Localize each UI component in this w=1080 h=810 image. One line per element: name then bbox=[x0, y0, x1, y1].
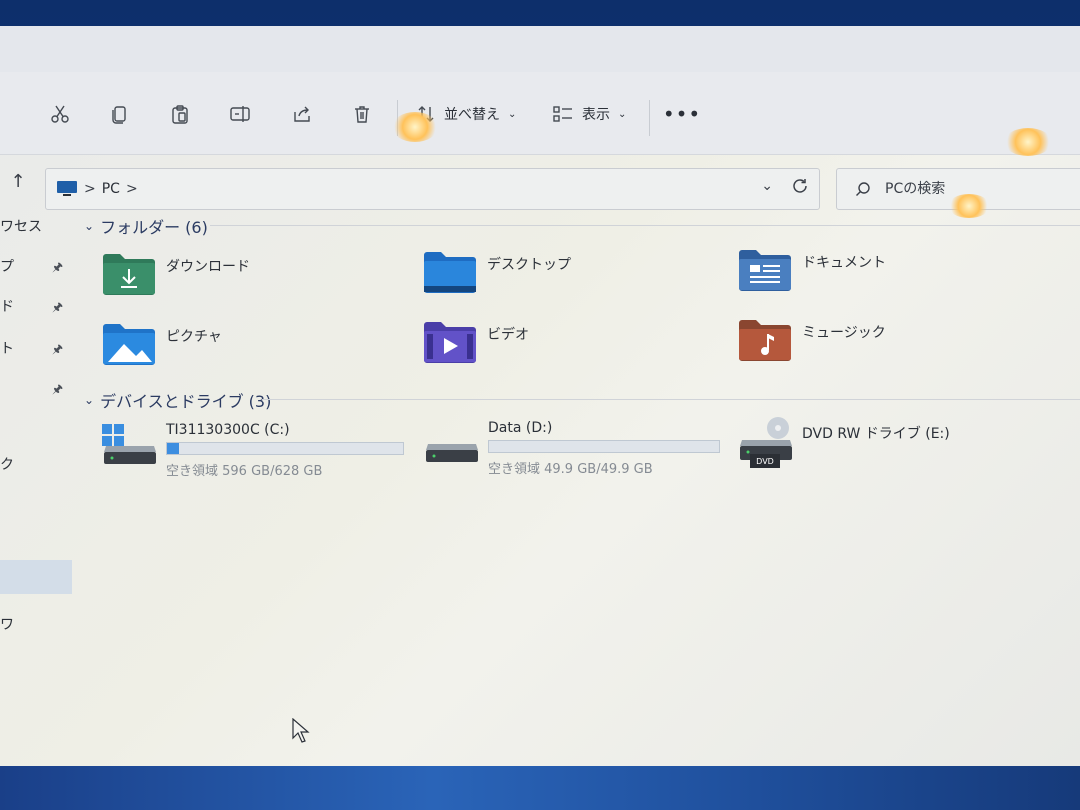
address-bar[interactable]: > PC > ⌄ bbox=[45, 168, 820, 210]
view-label: 表示 bbox=[582, 107, 610, 123]
drive-free-space: 空き領域 49.9 GB/49.9 GB bbox=[488, 462, 653, 477]
desktop-folder-icon bbox=[424, 252, 476, 293]
folder-desktop[interactable]: デスクトップ bbox=[423, 250, 571, 294]
breadcrumb-separator[interactable]: > bbox=[126, 181, 138, 197]
drive-name: Data (D:) bbox=[488, 420, 553, 436]
dvd-label: DVD bbox=[756, 457, 774, 466]
drives-section-title: デバイスとドライブ (3) bbox=[100, 392, 272, 411]
pin-icon: 🖈 bbox=[52, 342, 64, 356]
glare-spot bbox=[1004, 128, 1052, 156]
search-icon bbox=[856, 182, 870, 196]
title-bar bbox=[0, 26, 1080, 72]
drive-e[interactable]: DVD DVD RW ドライブ (E:) bbox=[738, 416, 1058, 476]
downloads-folder-icon bbox=[103, 254, 155, 295]
trash-icon bbox=[355, 106, 369, 123]
share-button[interactable] bbox=[284, 96, 320, 132]
share-icon bbox=[294, 106, 310, 122]
folder-label: ミュージック bbox=[802, 325, 886, 341]
drive-usage-fill bbox=[167, 443, 179, 454]
dvd-drive-icon: DVD bbox=[740, 417, 792, 468]
command-bar: 並べ替え ⌄ 表示 ⌄ ••• bbox=[0, 72, 1080, 155]
paste-button[interactable] bbox=[162, 96, 198, 132]
breadcrumb-separator: > bbox=[84, 181, 96, 197]
folder-documents[interactable]: ドキュメント bbox=[738, 248, 886, 292]
folder-label: ピクチャ bbox=[166, 329, 222, 345]
drive-c[interactable]: TI31130300C (C:) 空き領域 596 GB/628 GB bbox=[102, 422, 412, 482]
folder-pictures[interactable]: ピクチャ bbox=[102, 322, 222, 366]
clipboard-icon bbox=[172, 105, 188, 124]
sidebar-item-network[interactable]: ワ bbox=[0, 614, 14, 634]
section-divider bbox=[262, 399, 1080, 400]
desktop-wallpaper-strip bbox=[0, 766, 1080, 810]
refresh-icon[interactable] bbox=[791, 177, 809, 195]
drive-name: DVD RW ドライブ (E:) bbox=[802, 426, 950, 442]
drive-d[interactable]: Data (D:) 空き領域 49.9 GB/49.9 GB bbox=[424, 420, 724, 480]
breadcrumb-pc[interactable]: PC bbox=[102, 181, 120, 197]
folder-downloads[interactable]: ダウンロード bbox=[102, 252, 250, 296]
copy-icon bbox=[112, 106, 126, 124]
sidebar-item-this-pc-selected[interactable] bbox=[0, 560, 72, 594]
navigation-pane: ワセス プ 🖈 ド 🖈 ト 🖈 🖈 ク ワ bbox=[0, 216, 78, 766]
sort-label: 並べ替え bbox=[444, 107, 500, 123]
folder-music[interactable]: ミュージック bbox=[738, 318, 886, 362]
chevron-down-icon: ⌄ bbox=[84, 393, 95, 407]
folders-section-header[interactable]: ⌄ フォルダー (6) bbox=[84, 214, 208, 238]
chevron-down-icon: ⌄ bbox=[508, 108, 517, 120]
hard-drive-icon bbox=[426, 444, 478, 462]
toolbar-divider bbox=[649, 100, 650, 136]
drives-section-header[interactable]: ⌄ デバイスとドライブ (3) bbox=[84, 388, 271, 412]
copy-button[interactable] bbox=[102, 96, 138, 132]
pin-icon: 🖈 bbox=[52, 300, 64, 314]
drive-free-space: 空き領域 596 GB/628 GB bbox=[166, 464, 323, 479]
pin-icon: 🖈 bbox=[52, 260, 64, 274]
glare-spot bbox=[392, 112, 438, 142]
folder-label: ドキュメント bbox=[802, 255, 886, 271]
rename-icon bbox=[230, 106, 250, 122]
documents-folder-icon bbox=[739, 250, 791, 291]
chevron-down-icon: ⌄ bbox=[618, 108, 627, 120]
sidebar-item-documents[interactable]: ト bbox=[0, 338, 14, 358]
file-explorer-window: 並べ替え ⌄ 表示 ⌄ ••• ↑ > PC > ⌄ ワセス プ 🖈 ド 🖈 ト bbox=[0, 26, 1080, 766]
chevron-down-icon[interactable]: ⌄ bbox=[761, 178, 773, 194]
videos-folder-icon bbox=[424, 322, 476, 363]
rename-button[interactable] bbox=[222, 96, 258, 132]
folders-section-title: フォルダー (6) bbox=[100, 218, 208, 237]
scissors-icon bbox=[51, 105, 69, 123]
folder-label: ビデオ bbox=[487, 327, 529, 343]
view-button[interactable]: 表示 ⌄ bbox=[552, 99, 626, 129]
drive-usage-bar bbox=[488, 440, 720, 453]
section-divider bbox=[210, 225, 1080, 226]
glare-spot bbox=[948, 194, 990, 218]
windows-drive-icon bbox=[102, 424, 156, 464]
sidebar-item-quick-access[interactable]: ワセス bbox=[0, 216, 42, 236]
folder-label: ダウンロード bbox=[166, 259, 250, 275]
drive-name: TI31130300C (C:) bbox=[166, 422, 290, 438]
folder-videos[interactable]: ビデオ bbox=[423, 320, 529, 364]
sidebar-item-downloads[interactable]: ド bbox=[0, 296, 14, 316]
view-list-icon bbox=[553, 106, 572, 122]
computer-icon bbox=[57, 181, 77, 196]
up-arrow-button[interactable]: ↑ bbox=[4, 166, 32, 196]
cut-button[interactable] bbox=[42, 96, 78, 132]
folder-label: デスクトップ bbox=[487, 257, 571, 273]
delete-button[interactable] bbox=[344, 96, 380, 132]
chevron-down-icon: ⌄ bbox=[84, 219, 95, 233]
mouse-cursor-icon bbox=[292, 718, 310, 743]
pin-icon: 🖈 bbox=[52, 382, 64, 396]
sidebar-item-music[interactable]: ク bbox=[0, 454, 14, 474]
pictures-folder-icon bbox=[103, 324, 155, 365]
drive-usage-bar bbox=[166, 442, 404, 455]
more-options-button[interactable]: ••• bbox=[663, 96, 700, 132]
sidebar-item-desktop[interactable]: プ bbox=[0, 256, 14, 276]
music-folder-icon bbox=[739, 320, 791, 361]
